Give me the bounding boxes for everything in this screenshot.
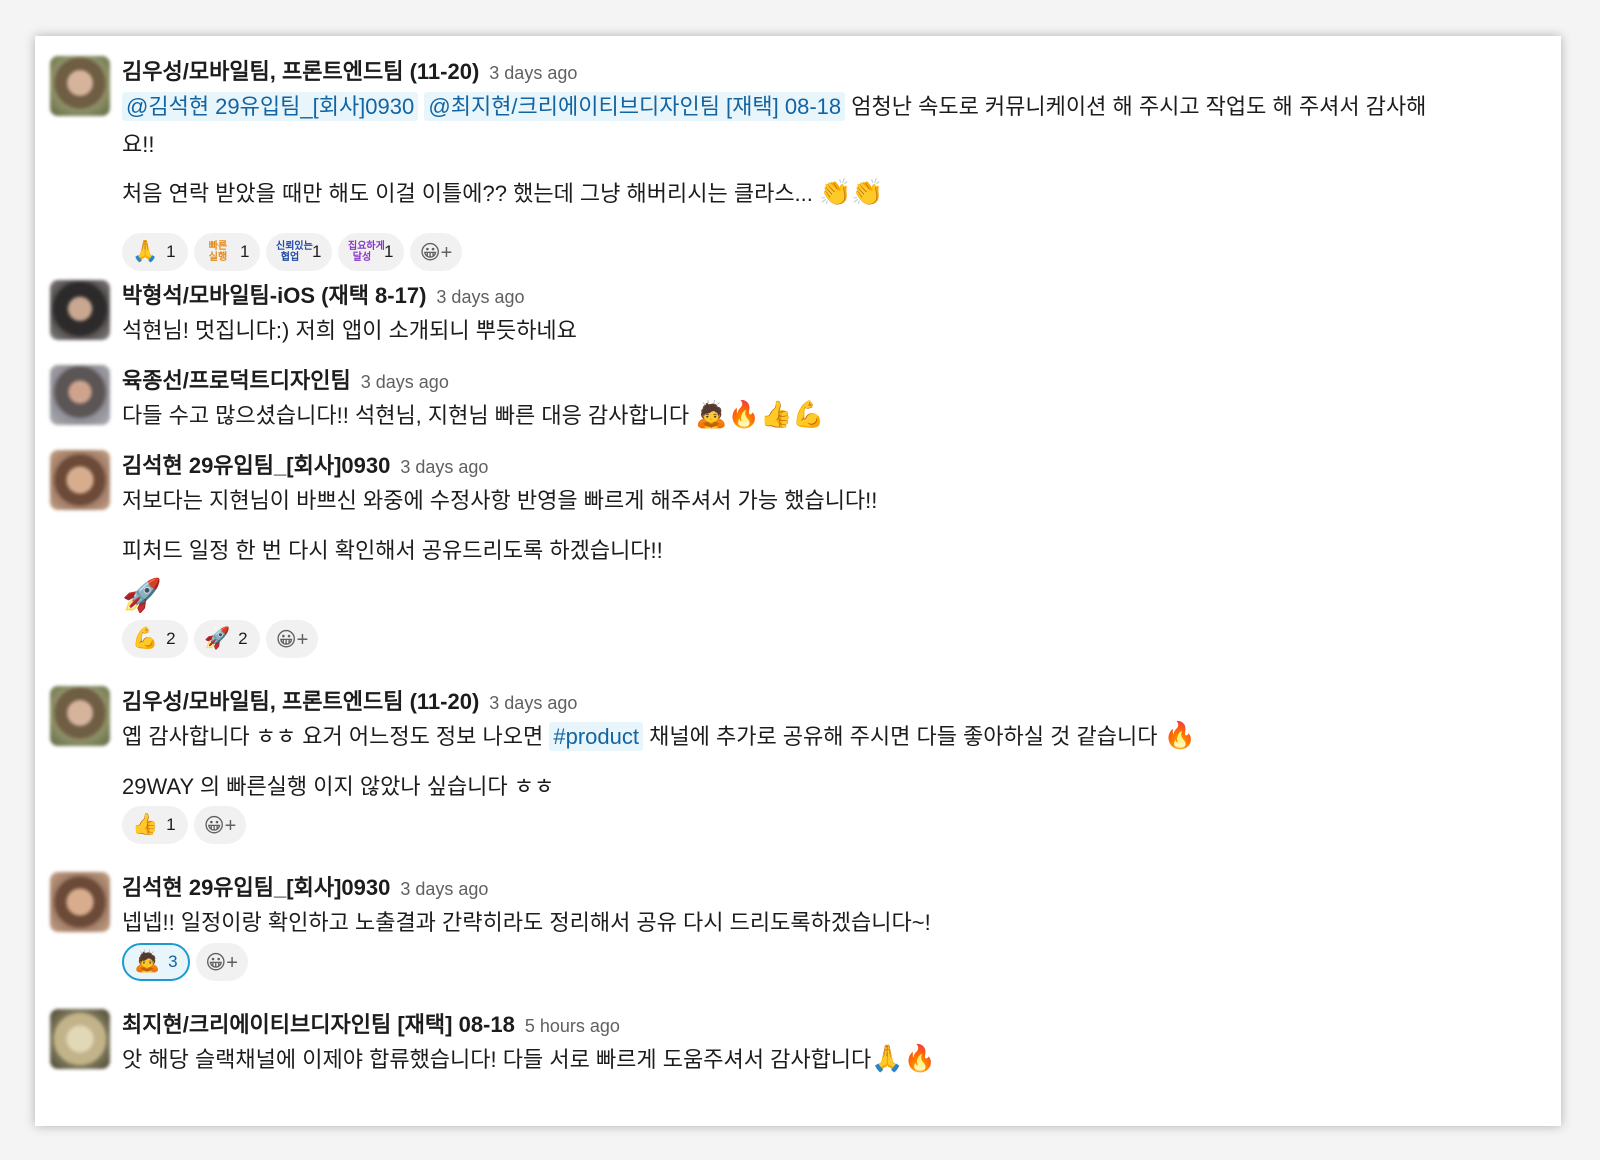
text-segment: 옙 감사합니다 ㅎㅎ 요거 어느정도 정보 나오면 <box>122 724 544 749</box>
author-name[interactable]: 박형석/모바일팀-iOS (재택 8-17) <box>122 283 426 308</box>
bow-fire-thumbs-muscle-emoji-icon: 🙇🔥👍💪 <box>695 399 825 429</box>
message-header: 최지현/크리에이티브디자인팀 [재택] 08-18 5 hours ago <box>122 1007 620 1039</box>
text-segment: 다들 수고 많으셨습니다!! 석현님, 지현님 빠른 대응 감사합니다 <box>122 403 690 428</box>
avatar[interactable] <box>50 872 110 932</box>
avatar[interactable] <box>50 1009 110 1069</box>
reaction-bar: 👍 1 😀+ <box>122 806 246 844</box>
message-text: 넵넵!! 일정이랑 확인하고 노출결과 간략히라도 정리해서 공유 다시 드리도… <box>122 910 931 935</box>
thumbsup-emoji-icon: 👍 <box>132 813 159 836</box>
fast-execution-badge-icon: 빠른 실행 <box>208 241 228 263</box>
trusted-collab-badge-icon: 신뢰있는 협업 <box>276 241 313 263</box>
reaction-count: 1 <box>384 242 394 261</box>
message-text: 피처드 일정 한 번 다시 확인해서 공유드리도록 하겠습니다!! <box>122 538 663 563</box>
reaction-count: 1 <box>166 242 176 261</box>
message-header: 김우성/모바일팀, 프론트엔드팀 (11-20) 3 days ago <box>122 684 577 716</box>
author-name[interactable]: 김우성/모바일팀, 프론트엔드팀 (11-20) <box>122 59 479 84</box>
rocket-emoji-icon: 🚀 <box>122 577 162 613</box>
muscle-emoji-icon: 💪 <box>132 627 159 650</box>
author-name[interactable]: 김우성/모바일팀, 프론트엔드팀 (11-20) <box>122 689 479 714</box>
timestamp[interactable]: 5 hours ago <box>525 1016 620 1036</box>
message-header: 육종선/프로덕트디자인팀 3 days ago <box>122 363 449 395</box>
message-text: @김석현 29유입팀_[회사]0930 @최지현/크리에이티브디자인팀 [재택]… <box>122 89 1426 121</box>
reaction-trusted-collab[interactable]: 신뢰있는 협업 1 <box>266 233 332 271</box>
author-name[interactable]: 최지현/크리에이티브디자인팀 [재택] 08-18 <box>122 1012 515 1037</box>
message-header: 김우성/모바일팀, 프론트엔드팀 (11-20) 3 days ago <box>122 54 577 86</box>
avatar[interactable] <box>50 280 110 340</box>
channel-link[interactable]: #product <box>549 722 643 751</box>
text-segment: 엄청난 속도로 커뮤니케이션 해 주시고 작업도 해 주셔서 감사해 <box>851 94 1427 119</box>
clap-emoji-icon: 👏👏 <box>819 177 884 207</box>
timestamp[interactable]: 3 days ago <box>400 457 488 477</box>
reaction-bow[interactable]: 🙇 3 <box>122 943 190 981</box>
reaction-count: 1 <box>240 242 250 261</box>
timestamp[interactable]: 3 days ago <box>489 693 577 713</box>
reaction-pray[interactable]: 🙏 1 <box>122 233 188 271</box>
add-reaction-icon[interactable]: 😀+ <box>266 620 318 658</box>
reaction-count: 1 <box>166 815 176 834</box>
avatar[interactable] <box>50 686 110 746</box>
timestamp[interactable]: 3 days ago <box>489 63 577 83</box>
user-mention[interactable]: @최지현/크리에이티브디자인팀 [재택] 08-18 <box>424 92 846 121</box>
pray-emoji-icon: 🙏 <box>132 240 159 263</box>
user-mention[interactable]: @김석현 29유입팀_[회사]0930 <box>122 92 419 121</box>
reaction-bar: 🙇 3 😀+ <box>122 943 248 981</box>
reaction-rocket[interactable]: 🚀 2 <box>194 620 260 658</box>
add-reaction-icon[interactable]: 😀+ <box>410 233 462 271</box>
rocket-emoji-icon: 🚀 <box>204 627 231 650</box>
text-segment: 앗 해당 슬랙채널에 이제야 합류했습니다! 다들 서로 빠르게 도움주셔서 감… <box>122 1047 872 1072</box>
persistent-achieve-badge-icon: 집요하게 달성 <box>348 241 385 263</box>
reaction-count: 2 <box>238 629 248 648</box>
author-name[interactable]: 육종선/프로덕트디자인팀 <box>122 368 351 393</box>
reaction-count: 3 <box>168 952 178 971</box>
author-name[interactable]: 김석현 29유입팀_[회사]0930 <box>122 875 390 900</box>
message-text: 처음 연락 받았을 때만 해도 이걸 이틀에?? 했는데 그냥 해버리시는 클라… <box>122 176 884 208</box>
reaction-muscle[interactable]: 💪 2 <box>122 620 188 658</box>
pray-fire-emoji-icon: 🙏🔥 <box>871 1043 937 1073</box>
message-text: 석현님! 멋집니다:) 저희 앱이 소개되니 뿌듯하네요 <box>122 318 577 343</box>
add-reaction-icon[interactable]: 😀+ <box>194 806 246 844</box>
message-text-cont: 요!! <box>122 132 155 157</box>
message-list: 김우성/모바일팀, 프론트엔드팀 (11-20) 3 days ago @김석현 … <box>35 36 1561 1126</box>
message-header: 김석현 29유입팀_[회사]0930 3 days ago <box>122 870 488 902</box>
avatar[interactable] <box>50 56 110 116</box>
reaction-thumbsup[interactable]: 👍 1 <box>122 806 188 844</box>
reaction-bar: 🙏 1 빠른 실행 1 신뢰있는 협업 1 집요하게 달성 1 😀+ <box>122 233 462 271</box>
bow-emoji-icon: 🙇 <box>134 950 161 973</box>
message-text: 옙 감사합니다 ㅎㅎ 요거 어느정도 정보 나오면 #product 채널에 추… <box>122 719 1196 751</box>
reaction-count: 2 <box>166 629 176 648</box>
reaction-fast-execution[interactable]: 빠른 실행 1 <box>194 233 260 271</box>
fire-emoji-icon: 🔥 <box>1163 720 1196 750</box>
reaction-persistent-achieve[interactable]: 집요하게 달성 1 <box>338 233 404 271</box>
author-name[interactable]: 김석현 29유입팀_[회사]0930 <box>122 453 390 478</box>
reaction-count: 1 <box>312 242 322 261</box>
message-text: 29WAY 의 빠른실행 이지 않았나 싶습니다 ㅎㅎ <box>122 774 555 799</box>
timestamp[interactable]: 3 days ago <box>361 372 449 392</box>
timestamp[interactable]: 3 days ago <box>436 287 524 307</box>
timestamp[interactable]: 3 days ago <box>400 879 488 899</box>
message-header: 김석현 29유입팀_[회사]0930 3 days ago <box>122 448 488 480</box>
text-segment: 처음 연락 받았을 때만 해도 이걸 이틀에?? 했는데 그냥 해버리시는 클라… <box>122 181 813 206</box>
avatar[interactable] <box>50 365 110 425</box>
add-reaction-icon[interactable]: 😀+ <box>195 943 248 981</box>
message-text: 다들 수고 많으셨습니다!! 석현님, 지현님 빠른 대응 감사합니다 🙇🔥👍💪 <box>122 398 825 430</box>
avatar[interactable] <box>50 450 110 510</box>
message-text: 저보다는 지현님이 바쁘신 와중에 수정사항 반영을 빠르게 해주셔서 가능 했… <box>122 488 878 513</box>
text-segment: 채널에 추가로 공유해 주시면 다들 좋아하실 것 같습니다 <box>649 724 1158 749</box>
message-text: 앗 해당 슬랙채널에 이제야 합류했습니다! 다들 서로 빠르게 도움주셔서 감… <box>122 1042 936 1074</box>
reaction-bar: 💪 2 🚀 2 😀+ <box>122 620 318 658</box>
message-header: 박형석/모바일팀-iOS (재택 8-17) 3 days ago <box>122 278 525 310</box>
